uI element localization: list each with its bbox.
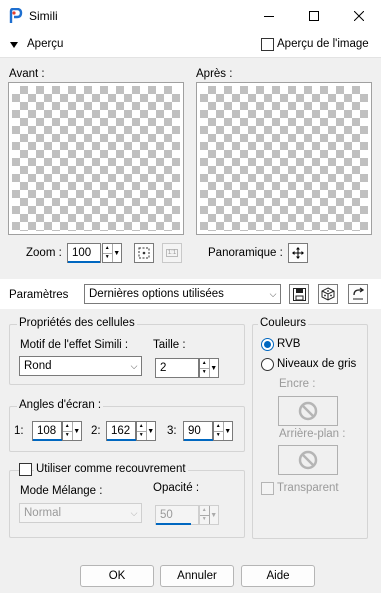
use-overlay-checkbox[interactable] — [19, 463, 32, 476]
pattern-value: Rond — [24, 360, 52, 372]
pattern-label: Motif de l'effet Simili : — [20, 339, 129, 351]
chevron-down-icon: ⌵ — [130, 360, 138, 371]
angle-2-input[interactable]: 162 — [106, 421, 136, 441]
zoom-label: Zoom : — [26, 247, 62, 259]
blend-mode-value: Normal — [24, 507, 62, 519]
ink-label: Encre : — [279, 378, 316, 390]
angle-3-label: 3: — [167, 425, 177, 437]
save-icon — [292, 287, 306, 301]
zoom-spinner[interactable]: ▲ ▼ ▼ — [102, 243, 122, 263]
blend-mode-dropdown[interactable]: Normal ⌵ — [19, 503, 142, 523]
opacity-input[interactable]: 50 — [155, 505, 199, 525]
size-input[interactable]: 2 — [155, 358, 199, 378]
transparency-checkerboard — [12, 86, 180, 231]
close-icon — [353, 11, 364, 21]
actual-size-button[interactable]: 1:1 — [162, 243, 182, 263]
rgb-radio[interactable] — [261, 338, 274, 351]
size-spinner[interactable]: ▲ ▼ ▼ — [199, 358, 219, 378]
save-preset-button[interactable] — [289, 284, 309, 304]
presets-label: Paramètres — [9, 289, 69, 301]
after-preview[interactable] — [196, 82, 372, 235]
fit-view-button[interactable] — [134, 243, 154, 263]
presets-value: Dernières options utilisées — [89, 288, 224, 300]
maximize-button[interactable] — [291, 0, 336, 32]
help-button[interactable]: Aide — [241, 565, 315, 587]
collapse-triangle-icon[interactable] — [10, 42, 18, 48]
ink-color-swatch[interactable] — [278, 396, 338, 426]
preview-on-image-label[interactable]: Aperçu de l'image — [277, 38, 369, 50]
angle-2-spinner[interactable]: ▲ ▼ ▼ — [136, 421, 156, 441]
minimize-button[interactable] — [246, 0, 291, 32]
colors-title: Couleurs — [258, 317, 309, 329]
size-label: Taille : — [153, 339, 186, 351]
random-preset-button[interactable] — [318, 284, 338, 304]
use-overlay-label[interactable]: Utiliser comme recouvrement — [34, 463, 188, 475]
no-color-icon — [298, 450, 318, 470]
opacity-label: Opacité : — [153, 482, 200, 494]
pattern-dropdown[interactable]: Rond ⌵ — [19, 356, 142, 376]
angle-1-spinner[interactable]: ▲ ▼ ▼ — [62, 421, 82, 441]
zoom-focus-underline — [68, 261, 100, 263]
fit-view-icon — [138, 247, 150, 259]
after-label: Après : — [196, 68, 233, 80]
rgb-label[interactable]: RVB — [277, 338, 300, 350]
background-label: Arrière-plan : — [279, 428, 346, 440]
before-preview[interactable] — [8, 82, 184, 235]
zoom-input[interactable]: 100 — [67, 243, 101, 263]
before-label: Avant : — [9, 68, 45, 80]
chevron-down-icon: ⌵ — [269, 288, 277, 299]
transparent-checkbox[interactable] — [261, 482, 274, 495]
preview-toggle-label[interactable]: Aperçu — [27, 38, 63, 50]
angle-3-spinner[interactable]: ▲ ▼ ▼ — [213, 421, 233, 441]
angle-2-label: 2: — [91, 425, 101, 437]
window-title: Simili — [29, 9, 58, 23]
psp-app-icon — [9, 8, 23, 23]
maximize-icon — [308, 11, 319, 21]
actual-size-label: 1:1 — [165, 249, 179, 257]
angle-3-input[interactable]: 90 — [183, 421, 213, 441]
minimize-icon — [263, 16, 274, 17]
opacity-slider[interactable] — [156, 523, 191, 525]
close-button[interactable] — [336, 0, 381, 32]
angle-1-input[interactable]: 108 — [32, 421, 62, 441]
background-color-swatch[interactable] — [278, 445, 338, 475]
opacity-spinner[interactable]: ▲ ▼ ▼ — [199, 505, 219, 525]
reset-icon — [353, 287, 365, 300]
ok-button[interactable]: OK — [80, 565, 154, 587]
screen-angles-title: Angles d'écran : — [17, 399, 104, 411]
transparency-checkerboard — [200, 86, 368, 231]
blend-mode-label: Mode Mélange : — [20, 485, 103, 497]
angle-1-label: 1: — [14, 425, 24, 437]
grayscale-radio[interactable] — [261, 358, 274, 371]
cell-properties-title: Propriétés des cellules — [17, 317, 137, 329]
reset-preset-button[interactable] — [348, 284, 368, 304]
transparent-label[interactable]: Transparent — [277, 482, 339, 494]
cancel-button[interactable]: Annuler — [160, 565, 234, 587]
move-icon — [292, 247, 304, 259]
no-color-icon — [298, 401, 318, 421]
grayscale-label[interactable]: Niveaux de gris — [277, 358, 356, 370]
pan-button[interactable] — [288, 243, 308, 263]
dice-icon — [321, 287, 335, 301]
presets-dropdown[interactable]: Dernières options utilisées ⌵ — [84, 284, 281, 304]
preview-on-image-checkbox[interactable] — [261, 38, 274, 51]
pan-label: Panoramique : — [208, 247, 283, 259]
chevron-down-icon: ⌵ — [130, 507, 138, 518]
